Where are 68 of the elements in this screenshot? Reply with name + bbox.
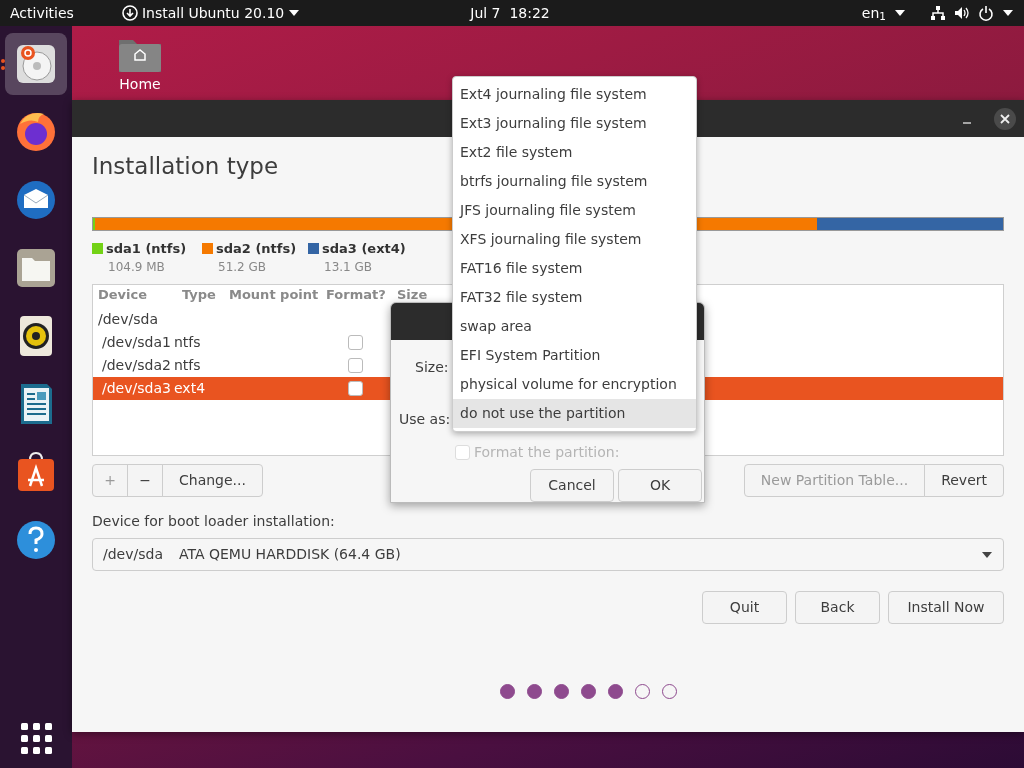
legend-size: 51.2 GB bbox=[218, 259, 268, 277]
menu-item[interactable]: Ext4 journaling file system bbox=[453, 80, 696, 109]
keyboard-indicator[interactable]: en$_{1}$ bbox=[861, 2, 906, 24]
menu-item[interactable]: FAT16 file system bbox=[453, 254, 696, 283]
device-name: /dev/sda2 bbox=[101, 355, 172, 375]
menu-item[interactable]: do not use the partition bbox=[453, 399, 696, 428]
field-label: Use as: bbox=[399, 410, 451, 429]
legend-swatch bbox=[202, 242, 213, 254]
caret-icon bbox=[981, 550, 993, 559]
clock[interactable]: Jul 7 18:22 bbox=[470, 2, 550, 24]
cancel-button[interactable]: Cancel bbox=[530, 469, 614, 502]
menu-item[interactable]: Ext3 journaling file system bbox=[453, 109, 696, 138]
activities-button[interactable]: Activities bbox=[10, 2, 74, 24]
caret-icon bbox=[288, 9, 301, 17]
field-label: Size: bbox=[415, 358, 449, 377]
legend-label: sda3 (ext4) bbox=[322, 239, 406, 258]
legend-swatch bbox=[92, 242, 103, 254]
format-checkbox[interactable] bbox=[348, 357, 363, 373]
table-row[interactable]: /dev/sda2 ntfs bbox=[93, 353, 389, 377]
app-grid-icon[interactable] bbox=[20, 722, 52, 754]
page-title: Installation type bbox=[92, 153, 279, 181]
partition-type: ntfs bbox=[174, 332, 202, 352]
download-icon bbox=[121, 5, 138, 21]
legend-size: 104.9 MB bbox=[108, 259, 166, 277]
menu-item[interactable]: swap area bbox=[453, 312, 696, 341]
network-icon bbox=[930, 5, 946, 21]
legend-swatch bbox=[308, 242, 319, 254]
menu-item[interactable]: Ext2 file system bbox=[453, 138, 696, 167]
field-label: Device for boot loader installation: bbox=[92, 512, 336, 532]
caret-icon bbox=[1002, 9, 1014, 17]
menu-item[interactable]: btrfs journaling file system bbox=[453, 167, 696, 196]
running-indicator bbox=[1, 59, 5, 71]
mail-icon bbox=[14, 178, 58, 222]
install-now-button[interactable]: Install Now bbox=[888, 591, 1004, 625]
quit-button[interactable]: Quit bbox=[702, 591, 787, 625]
toolbar-button[interactable]: − bbox=[127, 464, 163, 498]
boot-device-dropdown[interactable]: /dev/sda ATA QEMU HARDDISK (64.4 GB) bbox=[92, 538, 1004, 572]
legend-size: 13.1 GB bbox=[324, 259, 374, 277]
back-button[interactable]: Back bbox=[795, 591, 880, 625]
legend-label: sda1 (ntfs) bbox=[106, 239, 187, 258]
app-menu[interactable]: Install Ubuntu 20.10 bbox=[121, 2, 301, 24]
menu-item[interactable]: FAT32 file system bbox=[453, 283, 696, 312]
device-name: /dev/sda1 bbox=[101, 332, 172, 352]
device-name: /dev/sda bbox=[98, 309, 158, 329]
close-icon[interactable] bbox=[994, 107, 1016, 130]
folder-label[interactable]: Home bbox=[114, 74, 166, 95]
caret-icon bbox=[894, 9, 906, 17]
system-menu[interactable] bbox=[930, 5, 1014, 21]
menu-item[interactable]: EFI System Partition bbox=[453, 341, 696, 370]
menu-item[interactable]: XFS journaling file system bbox=[453, 225, 696, 254]
column-header[interactable]: Size bbox=[397, 285, 437, 305]
help-icon bbox=[14, 518, 58, 562]
ok-button[interactable]: OK bbox=[618, 469, 702, 502]
browser-icon bbox=[14, 110, 58, 154]
legend-label: sda2 (ntfs) bbox=[216, 239, 297, 258]
menu-item[interactable]: JFS journaling file system bbox=[453, 196, 696, 225]
format-checkbox[interactable] bbox=[348, 334, 363, 350]
format-checkbox[interactable] bbox=[348, 380, 363, 396]
folder-icon bbox=[14, 246, 58, 290]
device-name: /dev/sda3 bbox=[101, 378, 172, 398]
revert-button[interactable]: Revert bbox=[924, 464, 1004, 498]
table-row[interactable]: /dev/sda1 ntfs bbox=[93, 330, 389, 354]
power-icon bbox=[978, 5, 994, 21]
partition-type: ntfs bbox=[174, 355, 202, 375]
partition-type: ext4 bbox=[174, 378, 207, 398]
volume-icon bbox=[954, 5, 970, 21]
change-button[interactable]: Change... bbox=[162, 464, 263, 498]
table-row[interactable]: /dev/sda bbox=[93, 307, 389, 331]
